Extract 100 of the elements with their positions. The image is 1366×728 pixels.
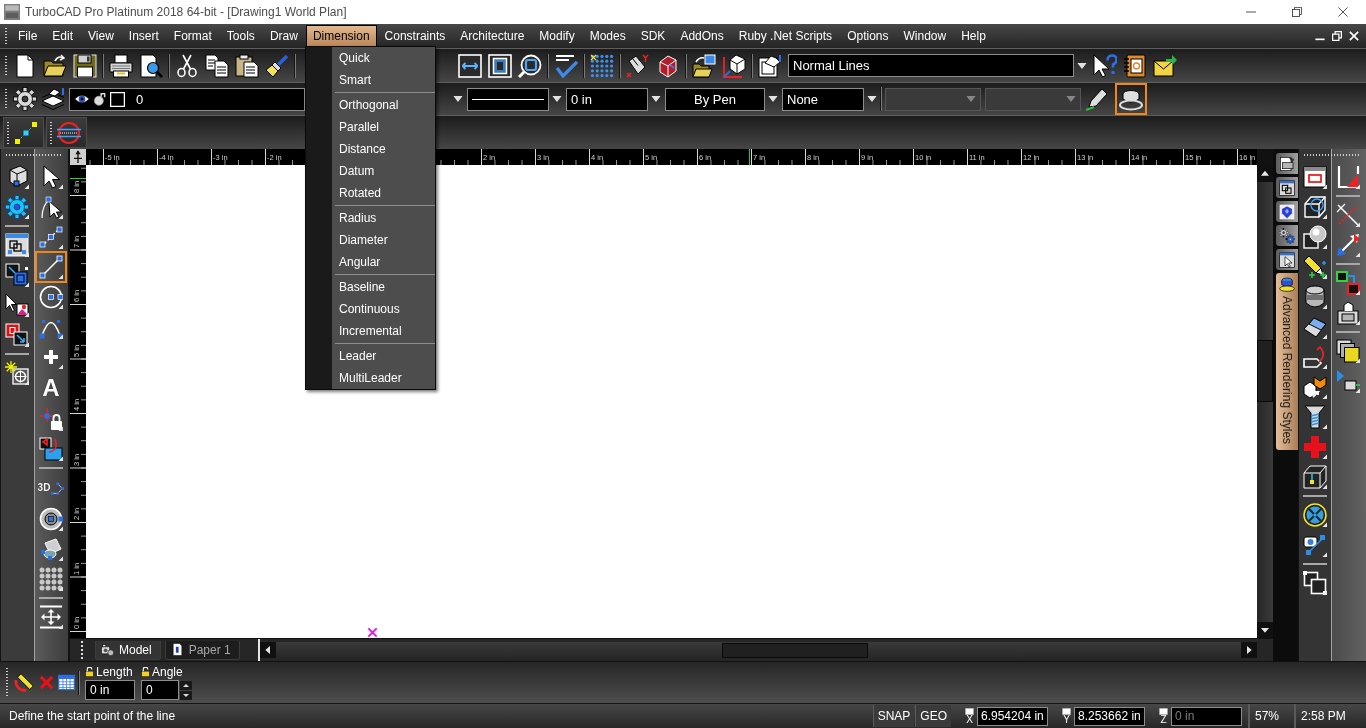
stud-grid-icon[interactable] xyxy=(39,567,63,591)
dot-grid-icon[interactable] xyxy=(590,53,614,78)
table-icon[interactable] xyxy=(58,674,75,691)
scrollbar-thumb[interactable] xyxy=(722,642,868,658)
page-icon[interactable] xyxy=(13,53,37,78)
menu-item[interactable]: SDK xyxy=(633,25,673,47)
overlapping-squares-icon[interactable] xyxy=(5,263,29,287)
menu-item[interactable]: Parallel xyxy=(306,116,435,138)
value-field[interactable]: None xyxy=(782,87,864,111)
rotate-squares-icon[interactable] xyxy=(39,437,63,461)
move-arrows-icon[interactable] xyxy=(39,605,63,629)
caret-icon[interactable] xyxy=(651,94,661,104)
clipboard-icon[interactable] xyxy=(235,53,259,78)
check-mark-icon[interactable] xyxy=(554,53,578,78)
triangle-box-icon[interactable] xyxy=(1336,369,1360,393)
menu-item[interactable]: Smart xyxy=(306,69,435,91)
menu-item[interactable]: Edit xyxy=(45,25,81,47)
compass-icon[interactable] xyxy=(1302,503,1327,527)
disc-icon[interactable] xyxy=(39,507,63,531)
layout-tab[interactable]: Model xyxy=(95,640,161,660)
layer-field[interactable]: 0 xyxy=(69,87,305,111)
page-magnifier-icon[interactable] xyxy=(139,53,163,78)
corner-triangle-icon[interactable] xyxy=(1336,165,1360,189)
eraser-icon[interactable] xyxy=(1302,315,1327,339)
line-style-field[interactable] xyxy=(467,87,549,111)
menu-item[interactable]: Incremental xyxy=(306,320,435,342)
spin-down-icon[interactable] xyxy=(180,690,192,700)
panel-tab[interactable] xyxy=(1276,249,1298,270)
cube-point-icon[interactable] xyxy=(1302,465,1327,489)
folder-cube-icon[interactable] xyxy=(692,53,716,78)
arrows-square-icon[interactable] xyxy=(458,53,482,78)
menu-item[interactable]: Leader xyxy=(306,345,435,367)
panel-tab[interactable]: Advanced Rendering Styles xyxy=(1276,273,1298,451)
panel-tab[interactable] xyxy=(1276,201,1298,222)
menu-item[interactable]: Diameter xyxy=(306,229,435,251)
menu-item[interactable]: Format xyxy=(166,25,219,47)
bent-arrow-icon[interactable] xyxy=(1302,345,1327,369)
layers-hand-icon[interactable] xyxy=(41,87,65,111)
window-squares-icon[interactable] xyxy=(5,233,29,257)
pencil-icon[interactable] xyxy=(1085,87,1109,111)
menu-item[interactable]: Quick xyxy=(306,47,435,69)
node-pointer-icon[interactable] xyxy=(39,195,63,219)
menu-item[interactable]: Options xyxy=(840,25,896,47)
x-mark-icon[interactable] xyxy=(39,675,54,690)
spin-up-icon[interactable] xyxy=(180,680,192,690)
input-field[interactable]: 0 xyxy=(141,680,179,700)
pointer-question-icon[interactable] xyxy=(1093,53,1117,78)
gear-icon[interactable] xyxy=(13,87,37,111)
pencil-sparkle-icon[interactable] xyxy=(1302,255,1327,279)
restore-icon[interactable] xyxy=(1292,7,1302,17)
lock-node-icon[interactable] xyxy=(39,407,63,431)
envelope-icon[interactable] xyxy=(1153,53,1177,78)
menu-item[interactable]: File xyxy=(11,25,45,47)
input-field[interactable]: 0 in xyxy=(85,680,135,700)
vertical-scrollbar[interactable] xyxy=(1257,165,1273,638)
menu-item[interactable]: Dimension xyxy=(305,25,377,47)
folder-icon[interactable] xyxy=(43,53,67,78)
paintbrush-icon[interactable] xyxy=(265,53,289,78)
menu-item[interactable]: Tools xyxy=(219,25,262,47)
linked-squares-icon[interactable] xyxy=(5,323,29,347)
linked-boxes-icon[interactable] xyxy=(1336,271,1360,295)
caret-icon[interactable] xyxy=(552,94,562,104)
menu-item[interactable]: AddOns xyxy=(673,25,731,47)
menu-item[interactable]: Rotated xyxy=(306,182,435,204)
stacked-squares-icon[interactable] xyxy=(1336,339,1360,363)
window-rectangle-icon[interactable] xyxy=(1302,165,1327,189)
menu-item[interactable]: Constraints xyxy=(377,25,453,47)
coordinate-field[interactable]: 6.954204 in xyxy=(977,706,1048,726)
camera-node-icon[interactable] xyxy=(1302,533,1327,557)
caret-icon[interactable] xyxy=(867,94,877,104)
cube-axes-icon[interactable] xyxy=(722,53,746,78)
cubes-arrow-icon[interactable] xyxy=(1302,375,1327,399)
menu-item[interactable]: Window xyxy=(896,25,954,47)
address-book-icon[interactable] xyxy=(1123,53,1147,78)
bulb-icon[interactable] xyxy=(93,92,107,106)
cube-circle-icon[interactable] xyxy=(1302,195,1327,219)
sparkle-target-icon[interactable] xyxy=(5,361,29,385)
pointer-picture-icon[interactable] xyxy=(5,293,29,317)
double-arrow-icon[interactable] xyxy=(1336,233,1360,257)
squares-frame-icon[interactable] xyxy=(1302,571,1327,595)
arc-pencil-icon[interactable] xyxy=(14,672,35,693)
menu-item[interactable]: Modes xyxy=(582,25,633,47)
bucket-icon[interactable] xyxy=(39,537,63,561)
pen-field[interactable]: By Pen xyxy=(665,87,765,111)
horizontal-scrollbar[interactable] xyxy=(260,641,1257,659)
cross-icon[interactable] xyxy=(1302,435,1327,459)
mouse-icon[interactable] xyxy=(626,53,650,78)
menu-item[interactable]: Distance xyxy=(306,138,435,160)
padlock-icon[interactable] xyxy=(141,667,150,677)
coordinate-field[interactable]: 8.253662 in xyxy=(1074,706,1145,726)
style-dropdown[interactable]: Normal Lines xyxy=(788,54,1074,77)
circle-lines-icon[interactable] xyxy=(57,120,81,145)
menu-item[interactable]: Draw xyxy=(262,25,305,47)
layout-tab[interactable]: Paper 1 xyxy=(164,640,240,660)
menu-item[interactable]: Continuous xyxy=(306,298,435,320)
value-field[interactable]: 0 in xyxy=(566,87,648,111)
scrollbar-thumb[interactable] xyxy=(1257,340,1273,402)
menu-item[interactable]: Architecture xyxy=(453,25,532,47)
menu-item[interactable]: Ruby .Net Scripts xyxy=(731,25,840,47)
circle-icon[interactable] xyxy=(39,285,63,309)
